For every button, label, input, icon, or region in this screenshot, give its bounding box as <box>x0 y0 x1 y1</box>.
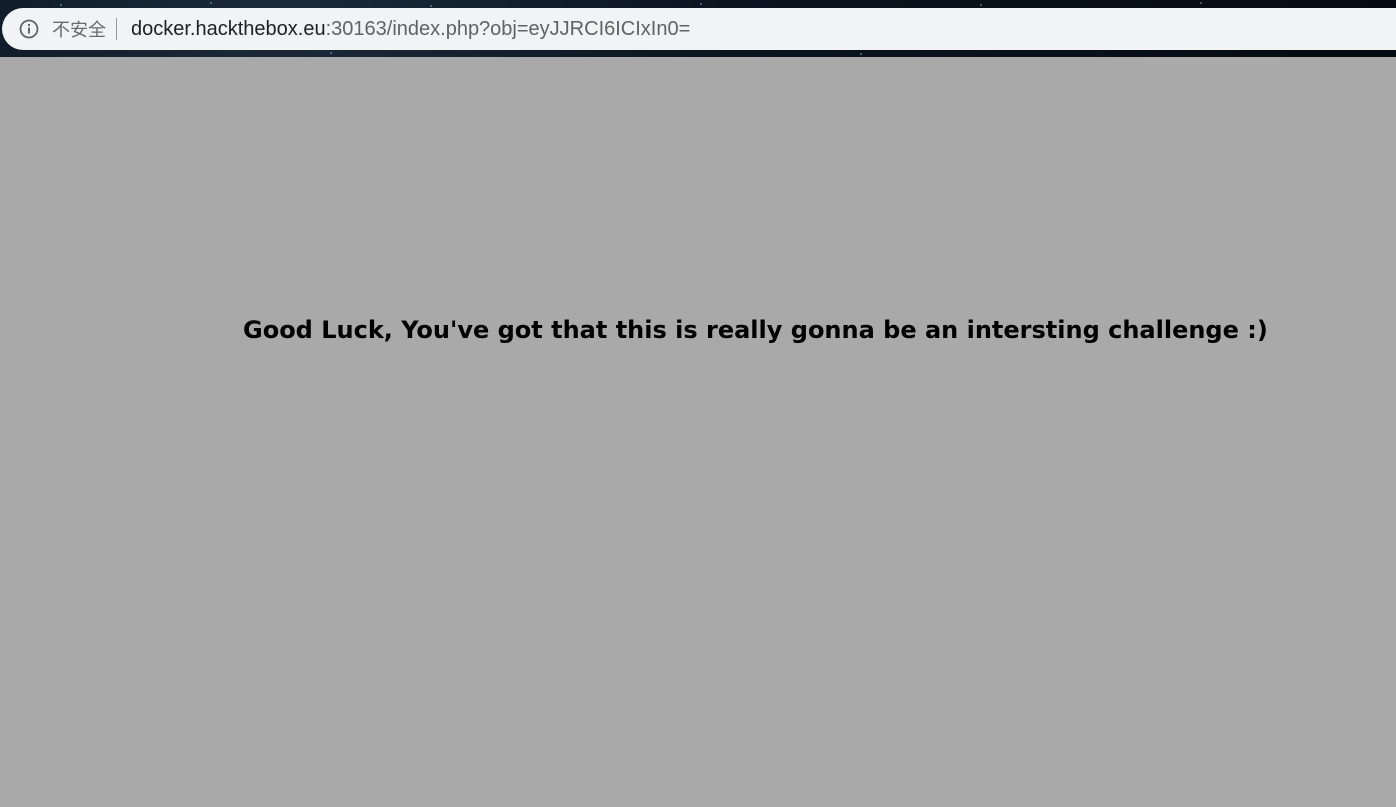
background-star <box>860 53 862 55</box>
background-star <box>210 2 212 4</box>
address-bar[interactable]: 不安全 docker.hackthebox.eu:30163/index.php… <box>2 8 1396 50</box>
info-circle-icon[interactable] <box>18 18 40 40</box>
background-star <box>980 4 982 6</box>
background-star <box>60 4 62 6</box>
url-text[interactable]: docker.hackthebox.eu:30163/index.php?obj… <box>131 18 690 41</box>
challenge-message: Good Luck, You've got that this is reall… <box>243 316 1268 344</box>
background-star <box>430 5 432 7</box>
address-divider <box>116 18 117 40</box>
url-host: docker.hackthebox.eu <box>131 17 326 40</box>
security-status-label[interactable]: 不安全 <box>52 16 106 42</box>
page-content: Good Luck, You've got that this is reall… <box>0 57 1396 807</box>
background-star <box>1200 2 1202 4</box>
browser-toolbar: 不安全 docker.hackthebox.eu:30163/index.php… <box>0 0 1396 57</box>
background-star <box>330 52 332 54</box>
background-star <box>700 3 702 5</box>
url-path: :30163/index.php?obj=eyJJRCI6ICIxIn0= <box>325 17 691 40</box>
